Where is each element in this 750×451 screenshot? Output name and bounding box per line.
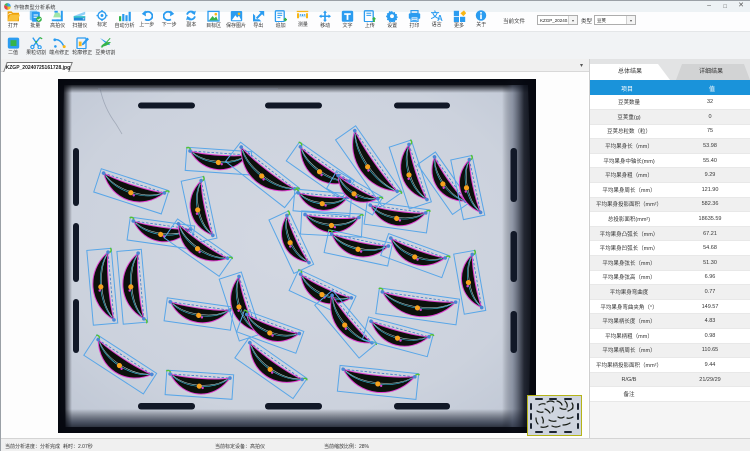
svg-text:A: A	[437, 14, 443, 21]
